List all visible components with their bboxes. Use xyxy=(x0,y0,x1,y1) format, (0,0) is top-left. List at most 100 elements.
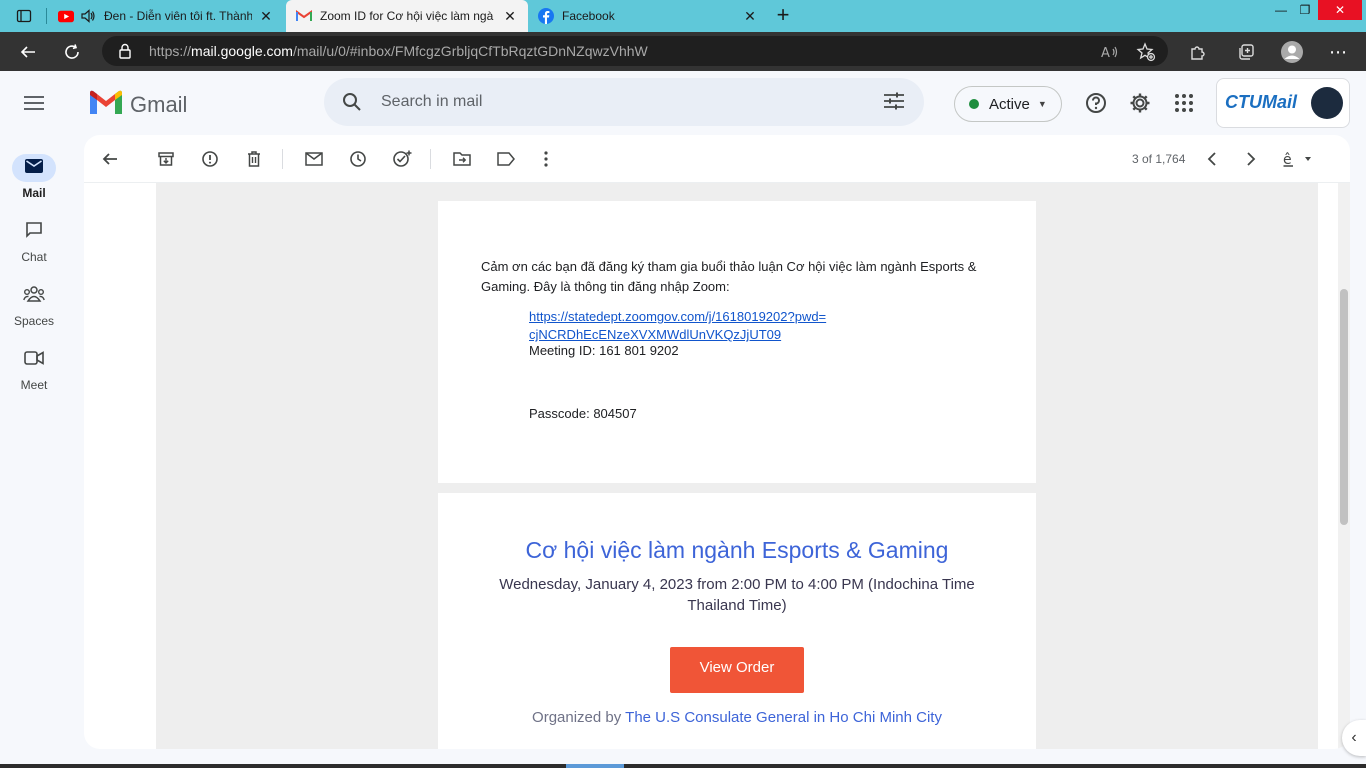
gmail-header: Gmail Search in mail Active ▼ CTUMail xyxy=(0,71,1366,135)
profile-icon[interactable] xyxy=(1278,38,1306,66)
meeting-id: Meeting ID: 161 801 9202 xyxy=(529,343,679,358)
scrollbar[interactable] xyxy=(1338,183,1350,749)
maximize-icon[interactable]: ❐ xyxy=(1292,0,1318,20)
help-icon[interactable] xyxy=(1082,89,1110,117)
tab-youtube[interactable]: Đen - Diễn viên tôi ft. Thành ✕ xyxy=(48,0,284,32)
nav-label: Spaces xyxy=(13,314,55,328)
organizer-link[interactable]: The U.S Consulate General in Ho Chi Minh… xyxy=(625,709,942,726)
tab-facebook[interactable]: Facebook ✕ xyxy=(528,0,768,32)
browser-tab-strip: Đen - Diễn viên tôi ft. Thành ✕ Zoom ID … xyxy=(0,0,1366,32)
extensions-icon[interactable] xyxy=(1184,38,1212,66)
zoom-link-line[interactable]: https://statedept.zoomgov.com/j/16180192… xyxy=(529,308,849,326)
spaces-icon xyxy=(23,285,45,307)
nav-item-spaces[interactable]: Spaces xyxy=(0,282,68,338)
chat-icon xyxy=(25,221,43,244)
favorites-add-icon[interactable] xyxy=(1132,38,1160,66)
label-icon[interactable] xyxy=(494,147,518,171)
refresh-icon[interactable] xyxy=(58,38,86,66)
gmail-logo[interactable]: Gmail xyxy=(90,90,187,119)
mark-unread-icon[interactable] xyxy=(302,147,326,171)
gmail-wordmark: Gmail xyxy=(130,91,188,117)
report-spam-icon[interactable] xyxy=(198,147,222,171)
collections-icon[interactable] xyxy=(1232,38,1260,66)
facebook-icon xyxy=(538,8,554,24)
url-text: https://mail.google.com/mail/u/0/#inbox/… xyxy=(149,43,648,59)
close-tab-icon[interactable]: ✕ xyxy=(742,8,758,24)
tab-title: Zoom ID for Cơ hội việc làm ngà xyxy=(320,9,494,23)
input-tools-icon[interactable]: ê xyxy=(1280,147,1316,171)
address-bar[interactable]: https://mail.google.com/mail/u/0/#inbox/… xyxy=(102,36,1168,66)
account-switcher[interactable]: CTUMail xyxy=(1216,78,1350,128)
scrollbar-thumb[interactable] xyxy=(1340,289,1348,525)
ctu-mail-logo: CTUMail xyxy=(1225,92,1297,112)
read-aloud-icon[interactable]: A xyxy=(1096,38,1124,66)
more-options-icon[interactable] xyxy=(534,147,558,171)
back-icon[interactable] xyxy=(14,38,42,66)
gmail-icon xyxy=(296,8,312,24)
event-date-line: Thailand Time) xyxy=(687,597,787,614)
chevron-left-icon[interactable] xyxy=(1200,147,1224,171)
status-dropdown[interactable]: Active ▼ xyxy=(954,86,1062,122)
nav-label: Chat xyxy=(21,250,47,264)
chevron-right-icon[interactable] xyxy=(1239,147,1263,171)
nav-item-mail[interactable]: Mail xyxy=(0,154,68,210)
nav-item-chat[interactable]: Chat xyxy=(0,218,68,274)
zoom-info-card: Cảm ơn các bạn đã đăng ký tham gia buổi … xyxy=(438,201,1036,483)
tab-actions-icon[interactable] xyxy=(8,4,40,28)
url-prefix: https:// xyxy=(149,43,192,59)
avatar[interactable] xyxy=(1311,87,1343,119)
search-filter-icon[interactable] xyxy=(884,92,904,115)
browser-menu-icon[interactable]: ⋯ xyxy=(1324,38,1352,66)
snooze-clock-icon[interactable] xyxy=(346,147,370,171)
pagination-text: 3 of 1,764 xyxy=(1132,152,1186,166)
back-to-inbox-icon[interactable] xyxy=(98,147,122,171)
apps-grid-icon[interactable] xyxy=(1170,89,1198,117)
toolbar-divider xyxy=(430,149,431,169)
intro-text: Cảm ơn các bạn đã đăng ký tham gia buổi … xyxy=(481,259,977,294)
message-toolbar: 3 of 1,764 ê xyxy=(84,135,1350,183)
zoom-link[interactable]: https://statedept.zoomgov.com/j/16180192… xyxy=(529,308,849,344)
tab-title: Đen - Diễn viên tôi ft. Thành xyxy=(104,9,252,23)
passcode: Passcode: 804507 xyxy=(529,406,637,421)
archive-icon[interactable] xyxy=(154,147,178,171)
zoom-link-line[interactable]: cjNCRDhEcENzeXVXMWdlUnVKQzJjUT09 xyxy=(529,326,849,344)
search-icon[interactable] xyxy=(342,92,362,117)
mail-icon xyxy=(25,158,43,178)
main-menu-icon[interactable] xyxy=(20,89,48,117)
event-card: Cơ hội việc làm ngành Esports & Gaming W… xyxy=(438,493,1036,749)
url-host: mail.google.com xyxy=(191,43,293,59)
nav-item-meet[interactable]: Meet xyxy=(0,346,68,402)
close-tab-icon[interactable]: ✕ xyxy=(258,8,274,24)
move-to-folder-icon[interactable] xyxy=(450,147,474,171)
meet-icon xyxy=(24,350,44,370)
minimize-icon[interactable]: — xyxy=(1268,0,1294,20)
add-task-icon[interactable] xyxy=(390,147,414,171)
window-close-icon[interactable]: ✕ xyxy=(1318,0,1362,20)
svg-text:A: A xyxy=(1101,46,1110,60)
youtube-icon xyxy=(58,8,74,24)
search-input[interactable]: Search in mail xyxy=(381,93,482,111)
new-tab-icon[interactable]: + xyxy=(770,4,796,28)
toolbar-divider xyxy=(282,149,283,169)
speaker-icon[interactable] xyxy=(80,8,96,24)
search-bar[interactable]: Search in mail xyxy=(324,78,924,126)
organized-by-label: Organized by xyxy=(532,709,622,726)
delete-icon[interactable] xyxy=(242,147,266,171)
nav-label: Meet xyxy=(20,378,48,392)
lock-icon[interactable] xyxy=(118,43,132,64)
event-title[interactable]: Cơ hội việc làm ngành Esports & Gaming xyxy=(438,537,1036,564)
tab-gmail[interactable]: Zoom ID for Cơ hội việc làm ngà ✕ xyxy=(286,0,528,32)
view-order-button[interactable]: View Order xyxy=(670,647,804,693)
nav-label: Mail xyxy=(22,186,46,200)
email-body: Cảm ơn các bạn đã đăng ký tham gia buổi … xyxy=(156,183,1318,749)
tab-separator xyxy=(46,8,47,24)
taskbar-indicator xyxy=(566,764,624,768)
tab-title: Facebook xyxy=(562,9,615,23)
url-path: /mail/u/0/#inbox/FMfcgzGrbljqCfTbRqztGDn… xyxy=(292,43,648,59)
expand-side-panel-icon[interactable]: ‹ xyxy=(1342,720,1366,756)
left-nav: Mail Chat Spaces Meet xyxy=(0,135,68,768)
settings-gear-icon[interactable] xyxy=(1126,89,1154,117)
chevron-down-icon: ▼ xyxy=(1037,99,1047,109)
close-tab-icon[interactable]: ✕ xyxy=(502,8,518,24)
message-panel: 3 of 1,764 ê Cảm ơn các bạn đã đăng ký t… xyxy=(84,135,1350,749)
